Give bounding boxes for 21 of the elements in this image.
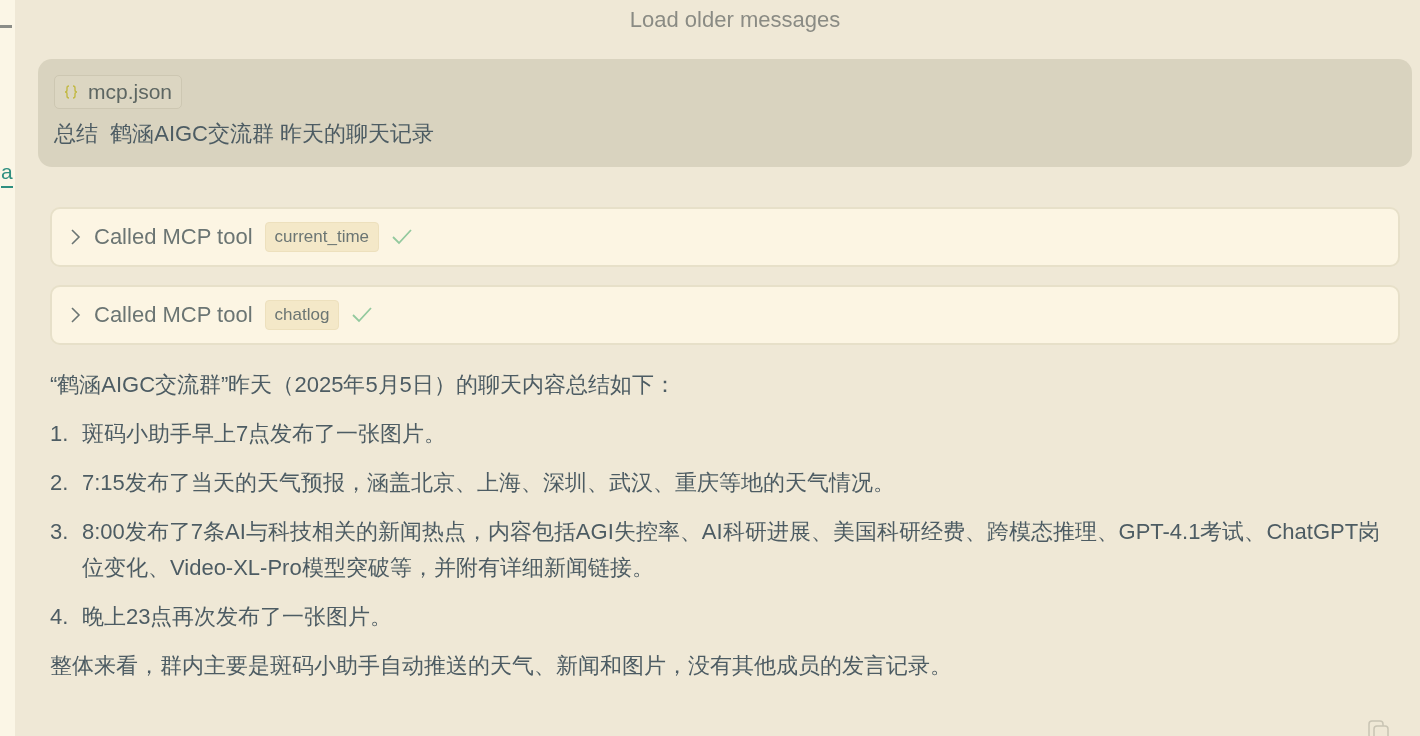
list-item-text: 7:15发布了当天的天气预报，涵盖北京、上海、深圳、武汉、重庆等地的天气情况。 [82,469,895,497]
tool-call-row[interactable]: Called MCP tool chatlog [50,285,1400,345]
tool-name-tag: chatlog [264,300,340,330]
load-older-button[interactable]: Load older messages [609,6,841,34]
braces-icon [64,85,78,99]
response-conclusion: 整体来看，群内主要是斑码小助手自动推送的天气、新闻和图片，没有其他成员的发言记录。 [50,652,953,680]
tool-call-label: Called MCP tool [94,302,253,328]
list-number: 2. [50,469,70,497]
response-intro: “鹤涵AIGC交流群”昨天（2025年5月5日）的聊天内容总结如下： [50,371,677,399]
list-number: 1. [50,420,70,448]
list-number: 3. [50,518,70,546]
message-text: 总结 鹤涵AIGC交流群 昨天的聊天记录 [54,120,435,148]
tool-call-row[interactable]: Called MCP tool current_time [50,207,1400,267]
tool-name-tag: current_time [264,222,380,252]
attachment-chip[interactable]: mcp.json [54,75,183,109]
list-number: 4. [50,603,70,631]
list-item-text: 斑码小助手早上7点发布了一张图片。 [82,420,447,448]
tool-call-label: Called MCP tool [94,224,253,250]
list-item-text: 晚上23点再次发布了一张图片。 [82,603,393,631]
list-item-text: 8:00发布了7条AI与科技相关的新闻热点，内容包括AGI失控率、AI科研进展、美国科研经费、跨模态推理、GPT-4.1考试、ChatGPT岗位变化、Video-XL-Pro模型突破等，并附有详细新闻链接。 [82,518,1382,582]
sidebar-link[interactable]: a [1,158,13,188]
